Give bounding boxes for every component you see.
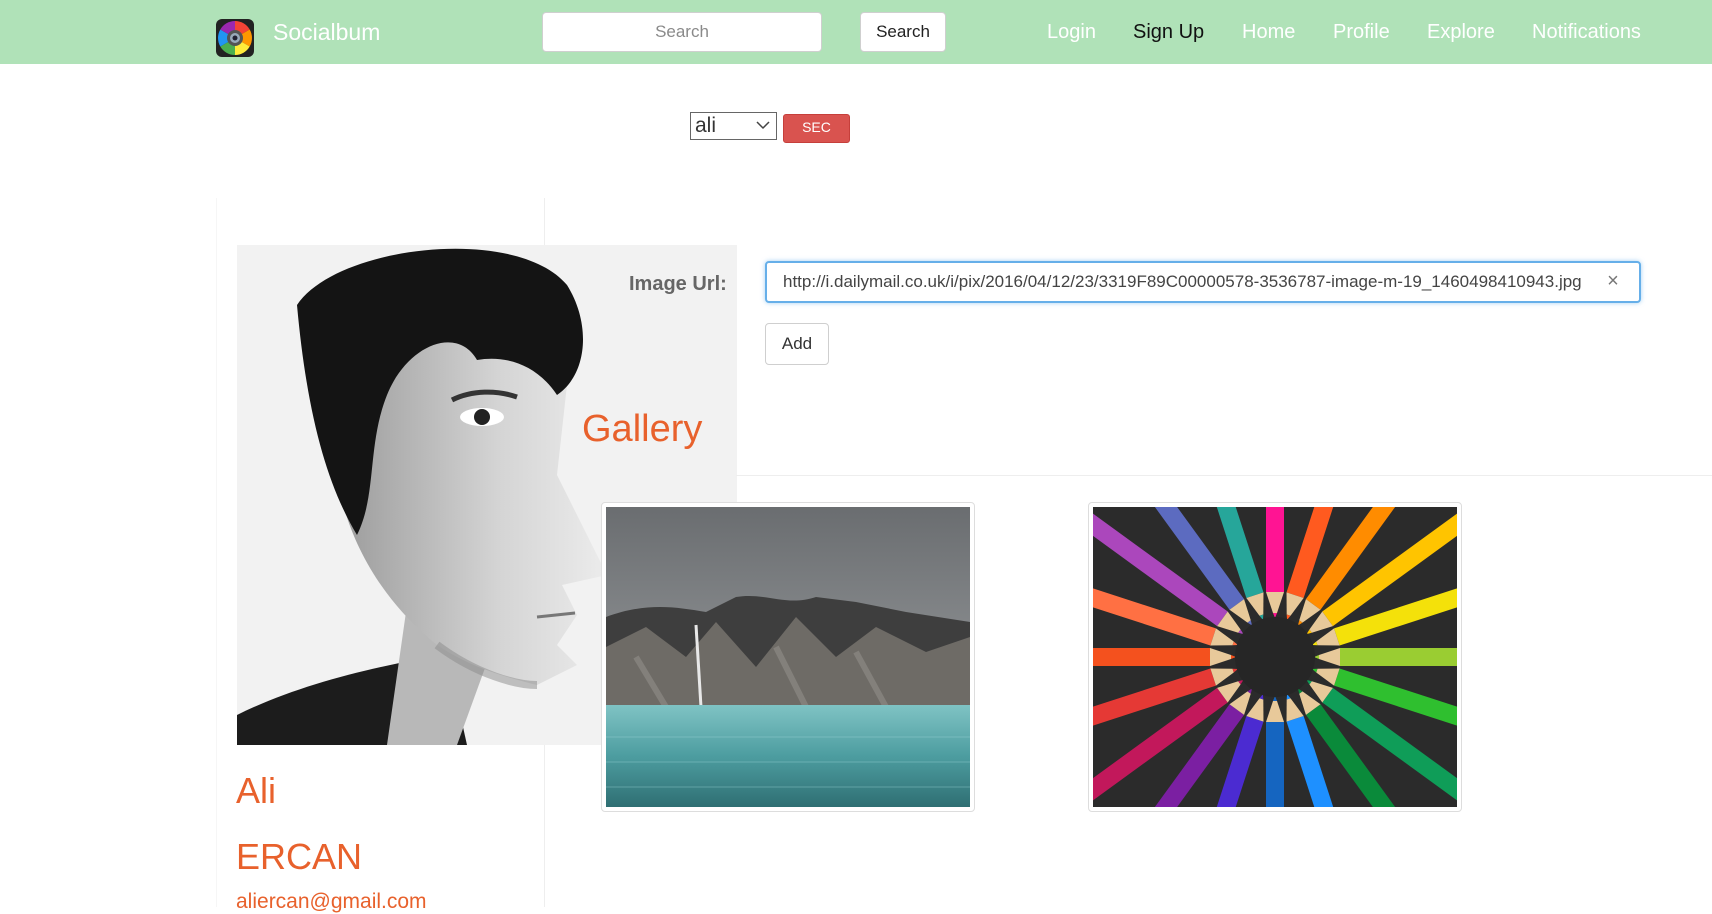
nav-home[interactable]: Home bbox=[1242, 18, 1295, 46]
search-button[interactable]: Search bbox=[860, 12, 946, 52]
sidebar-border bbox=[216, 198, 217, 907]
image-url-input[interactable]: http://i.dailymail.co.uk/i/pix/2016/04/1… bbox=[765, 261, 1641, 303]
profile-last-name: ERCAN bbox=[236, 836, 363, 877]
mountain-lake-image bbox=[606, 507, 970, 807]
chevron-down-icon bbox=[756, 121, 770, 130]
brand-name[interactable]: Socialbum bbox=[273, 18, 380, 46]
profile-first-name: Ali bbox=[236, 770, 277, 811]
clear-icon[interactable]: × bbox=[1603, 271, 1623, 291]
gallery-image-colored-pencils[interactable] bbox=[1088, 502, 1462, 812]
user-select-value: ali bbox=[695, 114, 717, 137]
camera-logo-icon[interactable] bbox=[216, 19, 254, 57]
profile-email[interactable]: aliercan@gmail.com bbox=[236, 890, 427, 914]
nav-explore[interactable]: Explore bbox=[1427, 18, 1495, 46]
nav-login[interactable]: Login bbox=[1047, 18, 1096, 46]
colored-pencils-image bbox=[1093, 507, 1457, 807]
image-url-label: Image Url: bbox=[629, 273, 727, 295]
divider bbox=[736, 475, 1712, 476]
user-select[interactable]: ali bbox=[690, 112, 777, 140]
nav-notifications[interactable]: Notifications bbox=[1532, 18, 1641, 46]
nav-signup[interactable]: Sign Up bbox=[1133, 18, 1204, 46]
sec-button[interactable]: SEC bbox=[783, 114, 850, 143]
nav-profile[interactable]: Profile bbox=[1333, 18, 1390, 46]
gallery-image-mountain-lake[interactable] bbox=[601, 502, 975, 812]
gallery-title: Gallery bbox=[582, 408, 703, 450]
search-input[interactable] bbox=[542, 12, 822, 52]
add-image-button[interactable]: Add bbox=[765, 323, 829, 365]
